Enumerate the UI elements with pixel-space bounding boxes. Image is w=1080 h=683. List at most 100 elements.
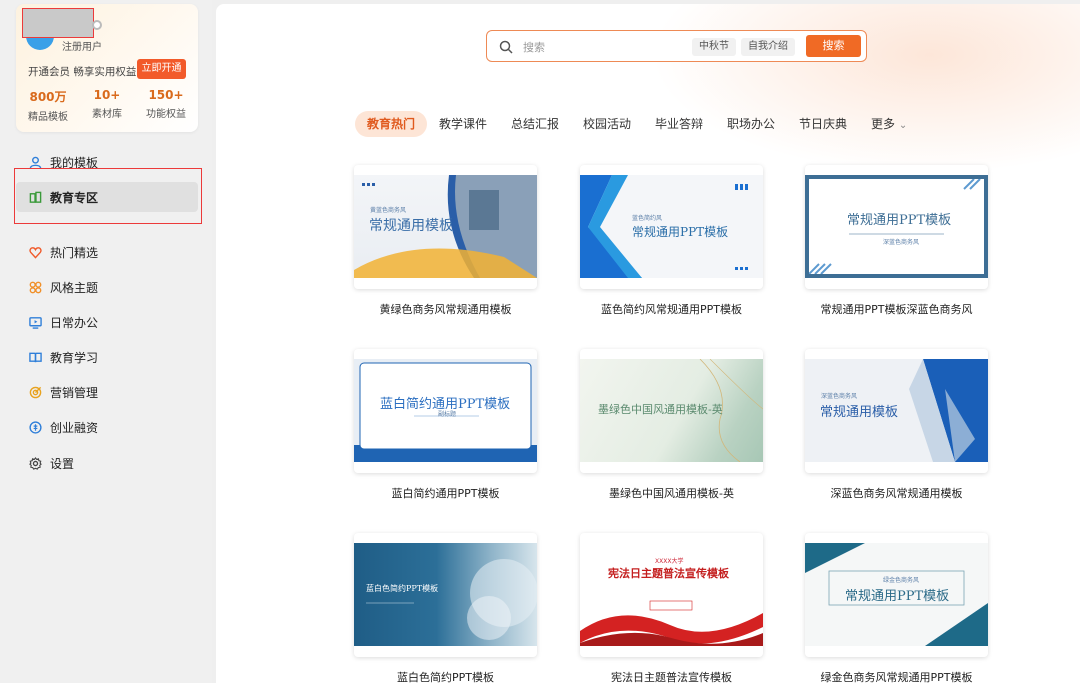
- slide-preview: 黄蓝色商务风 常规通用模板: [354, 175, 537, 278]
- template-card[interactable]: 绿金色商务风 常规通用PPT模板 绿金色商务风常规通用PPT模板: [805, 533, 988, 683]
- slide-title: 常规通用PPT模板: [845, 589, 950, 604]
- stat-label: 功能权益: [146, 109, 186, 120]
- tab-summary[interactable]: 总结汇报: [511, 111, 559, 137]
- slide-subtitle: 黄蓝色商务风: [370, 207, 407, 214]
- sidebar-item-label: 设置: [50, 456, 75, 471]
- tab-more-label: 更多: [871, 117, 896, 131]
- slide-subtitle: 绿金色商务风: [883, 577, 920, 584]
- slide-preview: XXXX大学 宪法日主题普法宣传模板: [580, 543, 763, 646]
- template-caption[interactable]: 深蓝色商务风常规通用模板: [805, 485, 988, 501]
- slide-title: 宪法日主题普法宣传模板: [608, 567, 729, 580]
- slide-title: 墨绿色中国风通用模板-英: [598, 403, 723, 416]
- sidebar-item-edu-learning[interactable]: 教育学习: [16, 342, 198, 372]
- search-bar[interactable]: 搜索 中秋节 自我介绍 搜索: [486, 30, 867, 62]
- monitor-icon: [28, 315, 42, 329]
- sidebar-item-label: 日常办公: [50, 315, 99, 330]
- heart-icon: [28, 245, 42, 259]
- slide-preview: 蓝白简约通用PPT模板 副标题: [354, 359, 537, 462]
- template-caption[interactable]: 宪法日主题普法宣传模板: [580, 669, 763, 683]
- template-caption[interactable]: 蓝白简约通用PPT模板: [354, 485, 537, 501]
- template-thumbnail[interactable]: XXXX大学 宪法日主题普法宣传模板: [580, 533, 763, 657]
- coin-icon: [28, 420, 42, 434]
- template-card[interactable]: 蓝白简约通用PPT模板 副标题 蓝白简约通用PPT模板: [354, 349, 537, 501]
- template-thumbnail[interactable]: 黄蓝色商务风 常规通用模板: [354, 165, 537, 289]
- template-card[interactable]: 墨绿色中国风通用模板-英 墨绿色中国风通用模板-英: [580, 349, 763, 501]
- chevron-down-icon: ⌄: [898, 120, 908, 131]
- template-caption[interactable]: 蓝色简约风常规通用PPT模板: [580, 301, 763, 317]
- template-card[interactable]: 蓝色简约风 常规通用PPT模板 蓝色简约风常规通用PPT模板: [580, 165, 763, 317]
- slide-art: [366, 559, 537, 640]
- template-caption[interactable]: 黄绿色商务风常规通用模板: [354, 301, 537, 317]
- tab-more[interactable]: 更多 ⌄: [871, 111, 907, 137]
- template-card[interactable]: 蓝白色简约PPT模板 蓝白色简约PPT模板: [354, 533, 537, 683]
- slide-subtitle: 副标题: [438, 411, 457, 418]
- sidebar-item-financing[interactable]: 创业融资: [16, 412, 198, 442]
- search-tag-self-intro[interactable]: 自我介绍: [741, 38, 795, 56]
- sidebar-item-hot[interactable]: 热门精选: [16, 237, 198, 267]
- slide-title: 常规通用PPT模板: [847, 213, 952, 228]
- tab-edu-hot[interactable]: 教育热门: [355, 111, 428, 137]
- slide-title: 常规通用模板: [369, 218, 453, 234]
- slide-subtitle: XXXX大学: [655, 558, 684, 565]
- stat-value: 800万: [29, 90, 67, 104]
- slide-preview: 深蓝色商务风 常规通用模板: [805, 359, 988, 462]
- template-thumbnail[interactable]: 绿金色商务风 常规通用PPT模板: [805, 533, 988, 657]
- template-thumbnail[interactable]: 墨绿色中国风通用模板-英: [580, 349, 763, 473]
- sidebar-item-label: 教育学习: [50, 350, 99, 365]
- sidebar-item-label: 风格主题: [50, 280, 99, 295]
- search-tag-mid-autumn[interactable]: 中秋节: [692, 38, 736, 56]
- template-thumbnail[interactable]: 深蓝色商务风 常规通用模板: [805, 349, 988, 473]
- slide-preview: 蓝色简约风 常规通用PPT模板: [580, 175, 763, 278]
- slide-subtitle: 深蓝色商务风: [821, 393, 858, 400]
- main-content: 搜索 中秋节 自我介绍 搜索 教育热门 教学课件 总结汇报 校园活动 毕业答辩 …: [216, 4, 1080, 683]
- tab-festival[interactable]: 节日庆典: [799, 111, 847, 137]
- sidebar-item-label: 热门精选: [50, 245, 99, 260]
- user-card: 注册用户 开通会员 畅享实用权益 立即开通 800万 精品模板 10+ 素材库 …: [16, 4, 198, 132]
- sidebar-item-label: 创业融资: [50, 420, 99, 435]
- slide-title: 常规通用PPT模板: [632, 225, 729, 239]
- clover-icon: [28, 280, 42, 294]
- template-thumbnail[interactable]: 蓝白色简约PPT模板: [354, 533, 537, 657]
- tab-graduation[interactable]: 毕业答辩: [655, 111, 703, 137]
- template-caption[interactable]: 常规通用PPT模板深蓝色商务风: [805, 301, 988, 317]
- search-button[interactable]: 搜索: [806, 35, 861, 57]
- tab-courseware[interactable]: 教学课件: [439, 111, 487, 137]
- slide-preview: 绿金色商务风 常规通用PPT模板: [805, 543, 988, 646]
- gear-icon: [28, 456, 42, 470]
- template-card[interactable]: XXXX大学 宪法日主题普法宣传模板 宪法日主题普法宣传模板: [580, 533, 763, 683]
- template-caption[interactable]: 墨绿色中国风通用模板-英: [580, 485, 763, 501]
- template-card[interactable]: 常规通用PPT模板 深蓝色商务风 常规通用PPT模板深蓝色商务风: [805, 165, 988, 317]
- template-thumbnail[interactable]: 蓝色简约风 常规通用PPT模板: [580, 165, 763, 289]
- template-thumbnail[interactable]: 蓝白简约通用PPT模板 副标题: [354, 349, 537, 473]
- stat-assets[interactable]: 10+ 素材库: [77, 88, 137, 120]
- tab-campus[interactable]: 校园活动: [583, 111, 631, 137]
- slide-preview: 常规通用PPT模板 深蓝色商务风: [805, 175, 988, 278]
- vip-promo-text: 开通会员 畅享实用权益: [28, 66, 137, 78]
- open-book-icon: [28, 350, 42, 364]
- template-card[interactable]: 黄蓝色商务风 常规通用模板 黄绿色商务风常规通用模板: [354, 165, 537, 317]
- template-card[interactable]: 深蓝色商务风 常规通用模板 深蓝色商务风常规通用模板: [805, 349, 988, 501]
- sidebar-item-style-themes[interactable]: 风格主题: [16, 272, 198, 302]
- user-type-label: 注册用户: [62, 42, 102, 53]
- sidebar-item-settings[interactable]: 设置: [16, 448, 198, 478]
- sidebar-item-daily-office[interactable]: 日常办公: [16, 307, 198, 337]
- sidebar-item-marketing[interactable]: 营销管理: [16, 377, 198, 407]
- slide-subtitle: 蓝色简约风: [632, 215, 663, 222]
- vip-open-button[interactable]: 立即开通: [137, 59, 186, 79]
- stat-templates[interactable]: 800万 精品模板: [18, 88, 78, 123]
- slide-title: 蓝白色简约PPT模板: [366, 584, 439, 593]
- template-caption[interactable]: 绿金色商务风常规通用PPT模板: [805, 669, 988, 683]
- search-icon: [499, 39, 513, 54]
- stat-label: 素材库: [92, 109, 122, 120]
- slide-preview: 蓝白色简约PPT模板: [354, 543, 537, 646]
- stat-label: 精品模板: [28, 112, 68, 123]
- user-icon: [28, 155, 42, 169]
- stat-benefits[interactable]: 150+ 功能权益: [136, 88, 196, 120]
- template-caption[interactable]: 蓝白色简约PPT模板: [354, 669, 537, 683]
- slide-subtitle: 深蓝色商务风: [883, 239, 920, 246]
- search-input[interactable]: 搜索: [523, 39, 545, 55]
- slide-title: 常规通用模板: [820, 405, 899, 420]
- template-thumbnail[interactable]: 常规通用PPT模板 深蓝色商务风: [805, 165, 988, 289]
- target-icon: [28, 385, 42, 399]
- tab-office[interactable]: 职场办公: [727, 111, 775, 137]
